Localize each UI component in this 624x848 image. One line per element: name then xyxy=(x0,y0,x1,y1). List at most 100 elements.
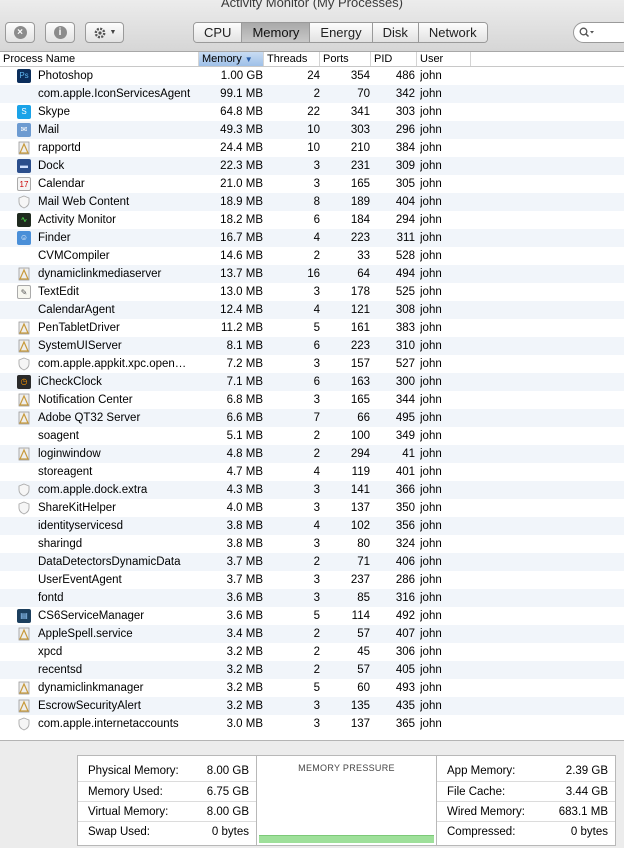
memory-cell: 3.4 MB xyxy=(226,628,263,640)
column-ports[interactable]: Ports xyxy=(320,52,371,66)
tab-memory[interactable]: Memory xyxy=(241,23,310,42)
chevron-down-icon: ▼ xyxy=(109,29,117,36)
pid-cell: 494 xyxy=(395,268,415,280)
pid-cell: 401 xyxy=(395,466,415,478)
pid-cell: 294 xyxy=(395,214,415,226)
table-row[interactable]: com.apple.IconServicesAgent 99.1 MB 2 70 342… xyxy=(0,85,624,103)
stat-value: 0 bytes xyxy=(570,826,608,838)
memory-cell: 14.6 MB xyxy=(220,250,263,262)
shield-icon xyxy=(17,483,31,497)
table-row[interactable]: rapportd 24.4 MB 10 210 384 john xyxy=(0,139,624,157)
table-row[interactable]: DataDetectorsDynamicData 3.7 MB 2 71 406 john xyxy=(0,553,624,571)
column-process-name[interactable]: Process Name xyxy=(0,52,199,66)
table-row[interactable]: soagent 5.1 MB 2 100 349 john xyxy=(0,427,624,445)
pid-cell: 405 xyxy=(395,664,415,676)
table-row[interactable]: ☺ Finder 16.7 MB 4 223 311 john xyxy=(0,229,624,247)
table-row[interactable]: S Skype 64.8 MB 22 341 303 john xyxy=(0,103,624,121)
column-memory[interactable]: Memory ▼ xyxy=(199,52,264,66)
table-row[interactable]: 17 Calendar 21.0 MB 3 165 305 john xyxy=(0,175,624,193)
column-threads[interactable]: Threads xyxy=(264,52,320,66)
threads-cell: 7 xyxy=(313,412,320,424)
pid-cell: 300 xyxy=(395,376,415,388)
table-row[interactable]: ◷ iCheckClock 7.1 MB 6 163 300 john xyxy=(0,373,624,391)
table-row[interactable]: AppleSpell.service 3.4 MB 2 57 407 john xyxy=(0,625,624,643)
table-row[interactable]: com.apple.appkit.xpc.open… 7.2 MB 3 157 527 j… xyxy=(0,355,624,373)
ports-cell: 135 xyxy=(350,700,370,712)
column-pid[interactable]: PID xyxy=(371,52,417,66)
table-row[interactable]: identityservicesd 3.8 MB 4 102 356 john xyxy=(0,517,624,535)
memory-cell: 4.3 MB xyxy=(226,484,263,496)
threads-cell: 10 xyxy=(307,142,320,154)
table-row[interactable]: Adobe QT32 Server 6.6 MB 7 66 495 john xyxy=(0,409,624,427)
tab-network[interactable]: Network xyxy=(417,23,487,42)
table-row[interactable]: ShareKitHelper 4.0 MB 3 137 350 john xyxy=(0,499,624,517)
process-name-cell: EscrowSecurityAlert xyxy=(38,700,141,712)
view-tabs: CPU Memory Energy Disk Network xyxy=(193,22,488,43)
table-row[interactable]: ✎ TextEdit 13.0 MB 3 178 525 john xyxy=(0,283,624,301)
table-row[interactable]: storeagent 4.7 MB 4 119 401 john xyxy=(0,463,624,481)
table-row[interactable]: ✉ Mail 49.3 MB 10 303 296 john xyxy=(0,121,624,139)
action-menu-button[interactable]: ▼ xyxy=(85,22,124,43)
table-row[interactable]: ▤ CS6ServiceManager 3.6 MB 5 114 492 john xyxy=(0,607,624,625)
table-row[interactable]: dynamiclinkmanager 3.2 MB 5 60 493 john xyxy=(0,679,624,697)
table-row[interactable]: dynamiclinkmediaserver 13.7 MB 16 64 494 john xyxy=(0,265,624,283)
table-row[interactable]: EscrowSecurityAlert 3.2 MB 3 135 435 john xyxy=(0,697,624,715)
stat-value: 2.39 GB xyxy=(565,765,608,777)
user-cell: john xyxy=(420,520,442,532)
memory-stat: Memory Used: 6.75 GB xyxy=(78,781,256,802)
ports-cell: 57 xyxy=(357,664,370,676)
memory-cell: 18.9 MB xyxy=(220,196,263,208)
table-row[interactable]: ▬ Dock 22.3 MB 3 231 309 john xyxy=(0,157,624,175)
table-row[interactable]: ∿ Activity Monitor 18.2 MB 6 184 294 john xyxy=(0,211,624,229)
table-row[interactable]: Notification Center 6.8 MB 3 165 344 john xyxy=(0,391,624,409)
table-row[interactable]: loginwindow 4.8 MB 2 294 41 john xyxy=(0,445,624,463)
info-circle-icon: i xyxy=(53,26,67,39)
process-name-cell: Photoshop xyxy=(38,70,93,82)
user-cell: john xyxy=(420,250,442,262)
table-row[interactable]: recentsd 3.2 MB 2 57 405 john xyxy=(0,661,624,679)
table-row[interactable]: PenTabletDriver 11.2 MB 5 161 383 john xyxy=(0,319,624,337)
table-row[interactable]: com.apple.dock.extra 4.3 MB 3 141 366 john xyxy=(0,481,624,499)
inspect-process-button[interactable]: i xyxy=(45,22,75,43)
user-cell: john xyxy=(420,718,442,730)
process-name-cell: com.apple.internetaccounts xyxy=(38,718,179,730)
user-cell: john xyxy=(420,376,442,388)
table-row[interactable]: Mail Web Content 18.9 MB 8 189 404 john xyxy=(0,193,624,211)
table-row[interactable]: CVMCompiler 14.6 MB 2 33 528 john xyxy=(0,247,624,265)
table-row[interactable]: com.apple.internetaccounts 3.0 MB 3 137 365 j… xyxy=(0,715,624,733)
tab-disk[interactable]: Disk xyxy=(371,23,418,42)
user-cell: john xyxy=(420,466,442,478)
window-title: Activity Monitor (My Processes) xyxy=(220,0,404,10)
process-name-cell: PenTabletDriver xyxy=(38,322,120,334)
memory-pressure-title: MEMORY PRESSURE xyxy=(298,763,395,773)
ports-cell: 354 xyxy=(350,70,370,82)
memory-stats-left: Physical Memory: 8.00 GB Memory Used: 6.75 … xyxy=(77,755,257,846)
table-row[interactable]: UserEventAgent 3.7 MB 3 237 286 john xyxy=(0,571,624,589)
threads-cell: 5 xyxy=(313,682,320,694)
stop-process-button[interactable]: × xyxy=(5,22,35,43)
ports-cell: 70 xyxy=(357,88,370,100)
table-row[interactable]: CalendarAgent 12.4 MB 4 121 308 john xyxy=(0,301,624,319)
table-row[interactable]: xpcd 3.2 MB 2 45 306 john xyxy=(0,643,624,661)
memory-cell: 8.1 MB xyxy=(226,340,263,352)
column-user[interactable]: User xyxy=(417,52,471,66)
process-name-cell: dynamiclinkmanager xyxy=(38,682,144,694)
ports-cell: 137 xyxy=(350,718,370,730)
memory-cell: 13.7 MB xyxy=(220,268,263,280)
ports-cell: 100 xyxy=(350,430,370,442)
user-cell: john xyxy=(420,682,442,694)
threads-cell: 3 xyxy=(313,286,320,298)
user-cell: john xyxy=(420,592,442,604)
table-header: Process Name Memory ▼ Threads Ports PID … xyxy=(0,52,624,67)
table-row[interactable]: fontd 3.6 MB 3 85 316 john xyxy=(0,589,624,607)
pid-cell: 407 xyxy=(395,628,415,640)
table-row[interactable]: SystemUIServer 8.1 MB 6 223 310 john xyxy=(0,337,624,355)
tab-cpu[interactable]: CPU xyxy=(194,23,242,42)
table-row[interactable]: Ps Photoshop 1.00 GB 24 354 486 john xyxy=(0,67,624,85)
search-field[interactable] xyxy=(573,22,624,43)
memory-cell: 3.2 MB xyxy=(226,646,263,658)
table-row[interactable]: sharingd 3.8 MB 3 80 324 john xyxy=(0,535,624,553)
tab-energy[interactable]: Energy xyxy=(309,23,372,42)
threads-cell: 24 xyxy=(307,70,320,82)
process-name-cell: UserEventAgent xyxy=(38,574,122,586)
